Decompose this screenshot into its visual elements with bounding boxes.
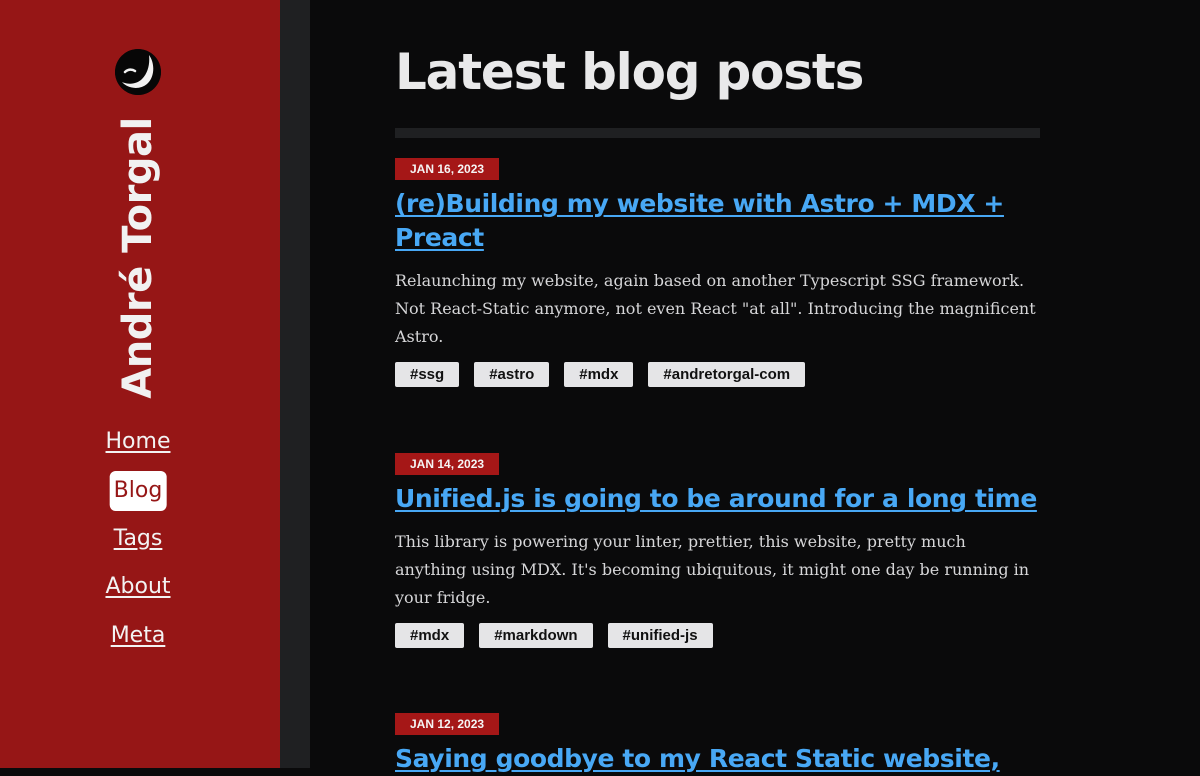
tag-link[interactable]: #astro (474, 362, 550, 387)
tag-link[interactable]: #mdx (564, 362, 634, 387)
nav-about-link[interactable]: About (105, 576, 170, 598)
post-excerpt: Relaunching my website, again based on a… (395, 271, 1036, 346)
tag-link[interactable]: #mdx (395, 623, 465, 648)
tag-link[interactable]: #unified-js (607, 623, 713, 648)
nav-meta-link[interactable]: Meta (111, 625, 166, 647)
post-title-link[interactable]: Unified.js is going to be around for a l… (395, 482, 1040, 516)
moon-face-logo-icon[interactable] (115, 49, 161, 95)
nav-home-link[interactable]: Home (106, 431, 171, 453)
tag-link[interactable]: #ssg (395, 362, 460, 387)
post-tags: #ssg #astro #mdx #andretorgal-com (395, 362, 1040, 387)
title-divider (395, 128, 1040, 138)
blog-post: JAN 14, 2023 Unified.js is going to be a… (395, 453, 1040, 648)
sidebar-gutter (280, 0, 310, 768)
nav-tags-link[interactable]: Tags (114, 528, 163, 550)
post-date: JAN 16, 2023 (395, 158, 500, 180)
post-date: JAN 14, 2023 (395, 453, 500, 475)
tag-link[interactable]: #andretorgal-com (648, 362, 806, 387)
tag-link[interactable]: #markdown (479, 623, 593, 648)
post-title-link[interactable]: Saying goodbye to my React Static websit… (395, 742, 1040, 776)
post-date: JAN 12, 2023 (395, 713, 500, 735)
page-title: Latest blog posts (395, 43, 864, 101)
post-tags: #mdx #markdown #unified-js (395, 623, 1040, 648)
post-excerpt: This library is powering your linter, pr… (395, 532, 1030, 607)
site-owner-name: André Torgal (115, 117, 161, 399)
sidebar: André Torgal Home Blog Tags About Meta (0, 0, 280, 768)
post-title-link[interactable]: (re)Building my website with Astro + MDX… (395, 187, 1040, 255)
blog-post: JAN 16, 2023 (re)Building my website wit… (395, 158, 1040, 387)
blog-post: JAN 12, 2023 Saying goodbye to my React … (395, 713, 1040, 776)
nav-blog-link[interactable]: Blog (109, 471, 167, 511)
